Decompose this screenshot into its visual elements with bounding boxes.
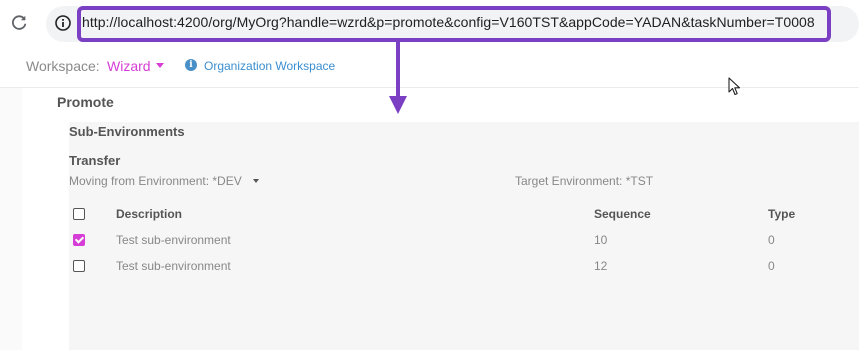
row-type: 0 — [768, 233, 775, 247]
organization-workspace-link[interactable]: Organization Workspace — [204, 59, 335, 73]
transfer-title: Transfer — [69, 153, 121, 168]
left-sidebar-edge — [0, 88, 22, 350]
workspace-dropdown[interactable]: Wizard — [107, 58, 151, 74]
row-checkbox[interactable] — [73, 234, 85, 246]
row-type: 0 — [768, 259, 775, 273]
url-text[interactable]: http://localhost:4200/org/MyOrg?handle=w… — [82, 14, 815, 30]
workspace-label: Workspace: — [26, 58, 100, 74]
annotation-arrow-icon — [389, 42, 407, 114]
target-environment-label: Target Environment: *TST — [515, 174, 654, 188]
row-checkbox[interactable] — [73, 260, 85, 272]
row-description: Test sub-environment — [116, 259, 231, 273]
source-environment-select[interactable]: Moving from Environment: *DEV — [69, 174, 242, 188]
column-header-description: Description — [116, 207, 183, 221]
select-all-checkbox[interactable] — [73, 208, 85, 220]
site-info-icon[interactable] — [54, 14, 72, 32]
chevron-down-icon[interactable] — [253, 179, 259, 183]
chevron-down-icon[interactable] — [156, 63, 164, 68]
row-description: Test sub-environment — [116, 233, 231, 247]
page-title: Promote — [57, 94, 114, 110]
column-header-sequence: Sequence — [594, 207, 651, 221]
row-sequence: 12 — [594, 259, 608, 273]
row-sequence: 10 — [594, 233, 608, 247]
column-header-type: Type — [768, 207, 796, 221]
info-icon: i — [185, 59, 197, 71]
section-title: Sub-Environments — [69, 124, 185, 139]
mouse-cursor-icon — [728, 77, 741, 96]
reload-icon[interactable] — [10, 14, 28, 32]
